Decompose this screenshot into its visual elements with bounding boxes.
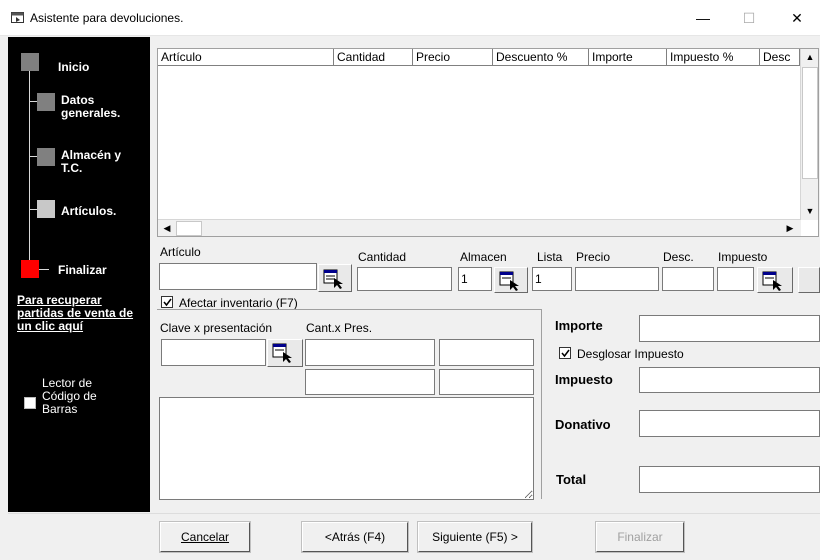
almacen-lookup-button[interactable]: [494, 267, 528, 293]
scroll-thumb[interactable]: [802, 67, 818, 179]
finish-button-label: Finalizar: [617, 530, 663, 544]
wizard-footer: Cancelar <Atrás (F4) Siguiente (F5) > Fi…: [8, 513, 820, 560]
afectar-inventario-label: Afectar inventario (F7): [179, 296, 298, 310]
wizard-steps-panel: Inicio Datos generales. Almacén y T.C. A…: [8, 37, 150, 512]
lookup-icon: [268, 343, 302, 369]
finish-button[interactable]: Finalizar: [595, 521, 685, 553]
scroll-down-icon[interactable]: ▼: [802, 203, 818, 219]
minimize-button[interactable]: —: [680, 0, 726, 36]
extra-button[interactable]: [798, 267, 820, 293]
articulo-label: Artículo: [160, 245, 201, 259]
next-button-label: Siguiente (F5) >: [432, 530, 518, 544]
step-label-articulos: Artículos.: [61, 204, 117, 218]
clave-presentacion-label: Clave x presentación: [160, 321, 273, 335]
scroll-thumb[interactable]: [176, 221, 202, 236]
almacen-label: Almacen: [460, 250, 507, 264]
lookup-icon: [319, 269, 351, 294]
cant-presentacion-input-3[interactable]: [305, 369, 435, 395]
cant-presentacion-label: Cant.x Pres.: [306, 321, 373, 335]
step-marker-articulos: [37, 200, 55, 218]
clave-presentacion-input[interactable]: [161, 339, 266, 366]
column-header[interactable]: Desc: [760, 49, 800, 66]
grid-horizontal-scrollbar[interactable]: ◀ ▶: [158, 219, 801, 236]
step-marker-finalizar: [21, 260, 39, 278]
articulo-lookup-button[interactable]: [318, 264, 352, 292]
lookup-icon: [758, 271, 792, 295]
lista-input[interactable]: [532, 267, 572, 291]
column-header[interactable]: Descuento %: [493, 49, 589, 66]
donativo-field[interactable]: [639, 410, 820, 437]
impuesto-input[interactable]: [717, 267, 754, 291]
impuesto-label: Impuesto: [718, 250, 768, 264]
step-marker-inicio: [21, 53, 39, 71]
app-icon: [11, 12, 24, 26]
cantidad-input[interactable]: [357, 267, 452, 291]
cant-presentacion-input-4[interactable]: [439, 369, 534, 395]
precio-label: Precio: [576, 250, 611, 264]
importe-field[interactable]: [639, 315, 820, 342]
barcode-reader-checkbox[interactable]: [24, 397, 36, 409]
column-header[interactable]: Cantidad: [334, 49, 413, 66]
grid-vertical-scrollbar[interactable]: ▲ ▼: [800, 49, 818, 220]
recover-sales-link[interactable]: Para recuperar partidas de venta de un c…: [17, 294, 147, 333]
afectar-inventario-checkbox[interactable]: [161, 296, 173, 308]
back-button[interactable]: <Atrás (F4): [301, 521, 409, 553]
total-field[interactable]: [639, 466, 820, 493]
column-header[interactable]: Importe: [589, 49, 667, 66]
column-header[interactable]: Impuesto %: [667, 49, 760, 66]
cancel-button[interactable]: Cancelar: [159, 521, 251, 553]
notes-textarea[interactable]: [159, 397, 534, 500]
column-header[interactable]: Artículo: [158, 49, 334, 66]
desglosar-impuesto-label: Desglosar Impuesto: [577, 347, 684, 361]
impuesto-total-label: Impuesto: [555, 372, 613, 387]
almacen-input[interactable]: [458, 267, 492, 291]
donativo-label: Donativo: [555, 417, 611, 432]
lista-label: Lista: [537, 250, 563, 264]
back-button-label: <Atrás (F4): [324, 530, 386, 544]
lookup-icon: [495, 271, 527, 295]
next-button[interactable]: Siguiente (F5) >: [417, 521, 533, 553]
barcode-reader-label: Lector de Código de Barras: [42, 376, 97, 416]
step-label-almacen: Almacén y T.C.: [61, 148, 122, 175]
step-marker-almacen: [37, 148, 55, 166]
desglosar-impuesto-checkbox[interactable]: [559, 347, 571, 359]
impuesto-total-field[interactable]: [639, 367, 820, 393]
cant-presentacion-input-1[interactable]: [305, 339, 435, 366]
desc-label: Desc.: [663, 250, 694, 264]
articulo-input[interactable]: [159, 263, 317, 290]
step-label-datos-generales: Datos generales.: [61, 93, 121, 120]
scroll-left-icon[interactable]: ◀: [159, 220, 175, 236]
scroll-right-icon[interactable]: ▶: [782, 220, 798, 236]
cancel-button-label: Cancelar: [180, 530, 230, 544]
clave-lookup-button[interactable]: [267, 339, 303, 367]
step-marker-datos-generales: [37, 93, 55, 111]
step-label-finalizar: Finalizar: [58, 263, 107, 277]
steps-connector: [29, 61, 30, 265]
cant-presentacion-input-2[interactable]: [439, 339, 534, 366]
title-bar: Asistente para devoluciones. — ☐ ✕: [0, 0, 820, 36]
total-label: Total: [556, 472, 587, 487]
cantidad-label: Cantidad: [358, 250, 407, 264]
step-label-inicio: Inicio: [58, 60, 90, 74]
scroll-up-icon[interactable]: ▲: [802, 49, 818, 65]
desc-input[interactable]: [662, 267, 714, 291]
maximize-button[interactable]: ☐: [726, 0, 772, 36]
articles-grid[interactable]: Artículo Cantidad Precio Descuento % Imp…: [157, 48, 819, 237]
column-header[interactable]: Precio: [413, 49, 493, 66]
importe-label: Importe: [555, 318, 603, 333]
close-button[interactable]: ✕: [774, 0, 820, 36]
impuesto-lookup-button[interactable]: [757, 267, 793, 293]
precio-input[interactable]: [575, 267, 659, 291]
window-title: Asistente para devoluciones.: [30, 11, 184, 25]
